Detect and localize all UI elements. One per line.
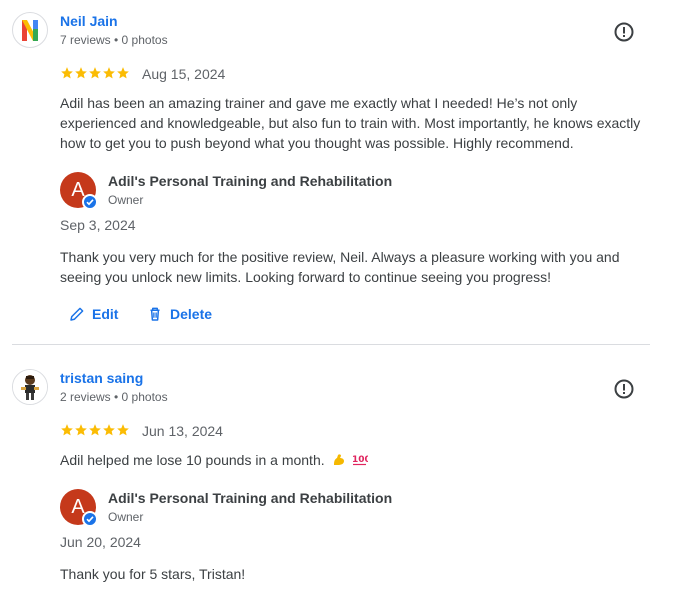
- character-avatar-icon: [13, 370, 47, 404]
- owner-avatar: A: [60, 172, 98, 210]
- star-icon: [89, 424, 101, 436]
- flexed-biceps-emoji: [333, 454, 344, 465]
- review-text-container: Adil helped me lose 10 pounds in a month…: [60, 450, 648, 470]
- reply-text: Thank you very much for the positive rev…: [60, 249, 620, 285]
- trash-icon: [150, 307, 160, 321]
- report-flag-icon[interactable]: [612, 20, 636, 44]
- delete-label: Delete: [170, 306, 213, 322]
- svg-text:100: 100: [352, 455, 368, 465]
- reply-date: Sep 3, 2024: [60, 217, 136, 233]
- owner-role: Owner: [108, 193, 144, 207]
- review-card: tristan saing 2 reviews • 0 photos Jun 1…: [0, 345, 674, 602]
- owner-role: Owner: [108, 510, 144, 524]
- owner-avatar: A: [60, 489, 98, 527]
- star-icon: [103, 67, 115, 79]
- n-letter-avatar-icon: [22, 20, 38, 41]
- pencil-icon: [70, 307, 84, 321]
- edit-label: Edit: [92, 306, 119, 322]
- report-flag-icon[interactable]: [612, 377, 636, 401]
- reply-text: Thank you for 5 stars, Tristan!: [60, 566, 246, 582]
- reviewer-meta: 7 reviews • 0 photos: [60, 33, 168, 47]
- star-icon: [117, 424, 129, 436]
- edit-button[interactable]: Edit: [68, 302, 128, 326]
- owner-name: Adil's Personal Training and Rehabilitat…: [108, 173, 393, 189]
- reviewer-name[interactable]: tristan saing: [60, 370, 143, 386]
- review-text: Adil has been an amazing trainer and gav…: [60, 95, 641, 151]
- verified-check-icon: [82, 194, 98, 210]
- star-icon: [89, 67, 101, 79]
- review-text: Adil helped me lose 10 pounds in a month…: [60, 452, 325, 468]
- reviewer-avatar[interactable]: [12, 12, 48, 48]
- owner-name: Adil's Personal Training and Rehabilitat…: [108, 490, 393, 506]
- star-icon: [61, 424, 73, 436]
- review-date: Jun 13, 2024: [142, 423, 223, 439]
- delete-button[interactable]: Delete: [146, 302, 220, 326]
- hundred-points-emoji: 100: [352, 455, 368, 466]
- star-icon: [61, 67, 73, 79]
- reviewer-avatar[interactable]: [12, 369, 48, 405]
- star-icon: [75, 67, 87, 79]
- verified-check-icon: [82, 511, 98, 527]
- reply-date: Jun 20, 2024: [60, 534, 141, 550]
- star-icon: [117, 67, 129, 79]
- star-icon: [75, 424, 87, 436]
- star-icon: [103, 424, 115, 436]
- star-rating: [60, 66, 130, 82]
- review-date: Aug 15, 2024: [142, 66, 226, 82]
- review-card: Neil Jain 7 reviews • 0 photos Aug 15, 2…: [0, 0, 674, 344]
- reviewer-name[interactable]: Neil Jain: [60, 13, 118, 29]
- star-rating: [60, 423, 130, 439]
- reviewer-meta: 2 reviews • 0 photos: [60, 390, 168, 404]
